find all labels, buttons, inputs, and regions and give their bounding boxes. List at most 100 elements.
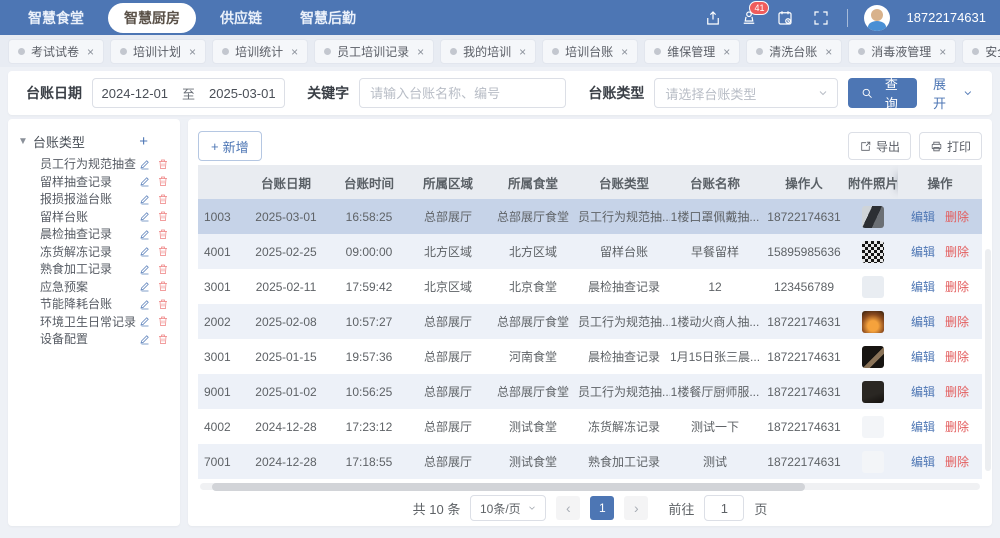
attachment-photo[interactable] — [862, 241, 884, 263]
table-row[interactable]: 70012024-12-2817:18:55总部展厅测试食堂熟食加工记录测试18… — [198, 444, 982, 479]
close-icon[interactable]: × — [291, 45, 298, 59]
share-icon[interactable] — [703, 8, 723, 28]
table-row[interactable]: 30012025-01-1519:57:36总部展厅河南食堂晨检抽查记录1月15… — [198, 339, 982, 374]
edit-link[interactable]: 编辑 — [911, 385, 935, 399]
edit-link[interactable]: 编辑 — [911, 280, 935, 294]
delete-link[interactable]: 删除 — [945, 350, 969, 364]
tab-安全日活动[interactable]: 安全日活动× — [962, 39, 1000, 64]
edit-icon[interactable] — [136, 158, 154, 170]
tree-item-环境卫生日常记录[interactable]: 环境卫生日常记录 — [16, 313, 172, 331]
edit-icon[interactable] — [136, 315, 154, 327]
tab-培训台账[interactable]: 培训台账× — [542, 39, 638, 64]
table-row[interactable]: 40022024-12-2817:23:12总部展厅测试食堂冻货解冻记录测试一下… — [198, 409, 982, 444]
fullscreen-icon[interactable] — [811, 8, 831, 28]
tab-我的培训[interactable]: 我的培训× — [440, 39, 536, 64]
tab-培训计划[interactable]: 培训计划× — [110, 39, 206, 64]
attachment-photo[interactable] — [862, 416, 884, 438]
close-icon[interactable]: × — [825, 45, 832, 59]
approval-stamp-icon[interactable]: 41 — [739, 8, 759, 28]
page-number-1[interactable]: 1 — [590, 496, 614, 520]
delete-icon[interactable] — [154, 315, 172, 327]
tree-item-应急预案[interactable]: 应急预案 — [16, 278, 172, 296]
horizontal-scrollbar[interactable] — [200, 483, 980, 490]
close-icon[interactable]: × — [519, 45, 526, 59]
edit-icon[interactable] — [136, 210, 154, 222]
delete-link[interactable]: 删除 — [945, 455, 969, 469]
tab-考试试卷[interactable]: 考试试卷× — [8, 39, 104, 64]
attachment-photo[interactable] — [862, 206, 884, 228]
close-icon[interactable]: × — [87, 45, 94, 59]
calendar-clock-icon[interactable] — [775, 8, 795, 28]
edit-link[interactable]: 编辑 — [911, 210, 935, 224]
close-icon[interactable]: × — [621, 45, 628, 59]
attachment-photo[interactable] — [862, 346, 884, 368]
edit-link[interactable]: 编辑 — [911, 455, 935, 469]
add-type-icon[interactable]: + — [139, 133, 170, 150]
tab-员工培训记录[interactable]: 员工培训记录× — [314, 39, 434, 64]
date-start[interactable]: 2024-12-01 — [102, 86, 169, 101]
ledger-type-select[interactable]: 请选择台账类型 — [654, 78, 838, 108]
delete-icon[interactable] — [154, 158, 172, 170]
table-row[interactable]: 30012025-02-1117:59:42北京区域北京食堂晨检抽查记录1212… — [198, 269, 982, 304]
search-button[interactable]: 查询 — [848, 78, 917, 108]
table-row[interactable]: 40012025-02-2509:00:00北方区域北方区域留样台账早餐留样15… — [198, 234, 982, 269]
goto-page-input[interactable] — [704, 495, 744, 521]
table-row[interactable]: 90012025-01-0210:56:25总部展厅总部展厅食堂员工行为规范抽.… — [198, 374, 982, 409]
attachment-photo[interactable] — [862, 276, 884, 298]
tab-消毒液管理[interactable]: 消毒液管理× — [848, 39, 956, 64]
expand-toggle[interactable]: 展开 — [933, 74, 974, 112]
tree-item-熟食加工记录[interactable]: 熟食加工记录 — [16, 260, 172, 278]
nav-menu-智慧厨房[interactable]: 智慧厨房 — [108, 3, 196, 33]
prev-page-button[interactable]: ‹ — [556, 496, 580, 520]
tree-item-设备配置[interactable]: 设备配置 — [16, 330, 172, 348]
attachment-photo[interactable] — [862, 311, 884, 333]
export-button[interactable]: 导出 — [848, 132, 911, 160]
delete-link[interactable]: 删除 — [945, 210, 969, 224]
tree-item-冻货解冻记录[interactable]: 冻货解冻记录 — [16, 243, 172, 261]
edit-link[interactable]: 编辑 — [911, 315, 935, 329]
delete-icon[interactable] — [154, 245, 172, 257]
delete-link[interactable]: 删除 — [945, 280, 969, 294]
tab-清洗台账[interactable]: 清洗台账× — [746, 39, 842, 64]
attachment-photo[interactable] — [862, 451, 884, 473]
nav-menu-智慧后勤[interactable]: 智慧后勤 — [286, 4, 370, 32]
close-icon[interactable]: × — [417, 45, 424, 59]
close-icon[interactable]: × — [189, 45, 196, 59]
date-range-picker[interactable]: 2024-12-01 至 2025-03-01 — [92, 78, 285, 108]
tab-维保管理[interactable]: 维保管理× — [644, 39, 740, 64]
print-button[interactable]: 打印 — [919, 132, 982, 160]
tree-item-留样台账[interactable]: 留样台账 — [16, 208, 172, 226]
delete-icon[interactable] — [154, 333, 172, 345]
delete-icon[interactable] — [154, 298, 172, 310]
caret-down-icon[interactable]: ▼ — [18, 136, 28, 147]
vertical-scrollbar[interactable] — [985, 249, 991, 471]
edit-icon[interactable] — [136, 298, 154, 310]
delete-icon[interactable] — [154, 210, 172, 222]
delete-link[interactable]: 删除 — [945, 420, 969, 434]
table-row[interactable]: 10032025-03-0116:58:25总部展厅总部展厅食堂员工行为规范抽.… — [198, 199, 982, 234]
nav-menu-供应链[interactable]: 供应链 — [206, 4, 276, 32]
nav-menu-智慧食堂[interactable]: 智慧食堂 — [14, 4, 98, 32]
edit-link[interactable]: 编辑 — [911, 420, 935, 434]
close-icon[interactable]: × — [939, 45, 946, 59]
page-size-select[interactable]: 10条/页 — [470, 495, 546, 521]
delete-icon[interactable] — [154, 228, 172, 240]
tree-item-员工行为规范抽查记录[interactable]: 员工行为规范抽查记录 — [16, 155, 172, 173]
tree-item-留样抽查记录[interactable]: 留样抽查记录 — [16, 173, 172, 191]
next-page-button[interactable]: › — [624, 496, 648, 520]
edit-icon[interactable] — [136, 228, 154, 240]
avatar[interactable] — [864, 5, 890, 31]
scrollbar-thumb[interactable] — [212, 483, 805, 491]
table-row[interactable]: 20022025-02-0810:57:27总部展厅总部展厅食堂员工行为规范抽.… — [198, 304, 982, 339]
edit-icon[interactable] — [136, 280, 154, 292]
tab-培训统计[interactable]: 培训统计× — [212, 39, 308, 64]
edit-icon[interactable] — [136, 193, 154, 205]
delete-link[interactable]: 删除 — [945, 385, 969, 399]
date-end[interactable]: 2025-03-01 — [209, 86, 276, 101]
edit-icon[interactable] — [136, 333, 154, 345]
tree-item-报损报溢台账[interactable]: 报损报溢台账 — [16, 190, 172, 208]
delete-link[interactable]: 删除 — [945, 245, 969, 259]
delete-icon[interactable] — [154, 263, 172, 275]
tree-item-节能降耗台账[interactable]: 节能降耗台账 — [16, 295, 172, 313]
add-button[interactable]: + 新增 — [198, 131, 262, 161]
